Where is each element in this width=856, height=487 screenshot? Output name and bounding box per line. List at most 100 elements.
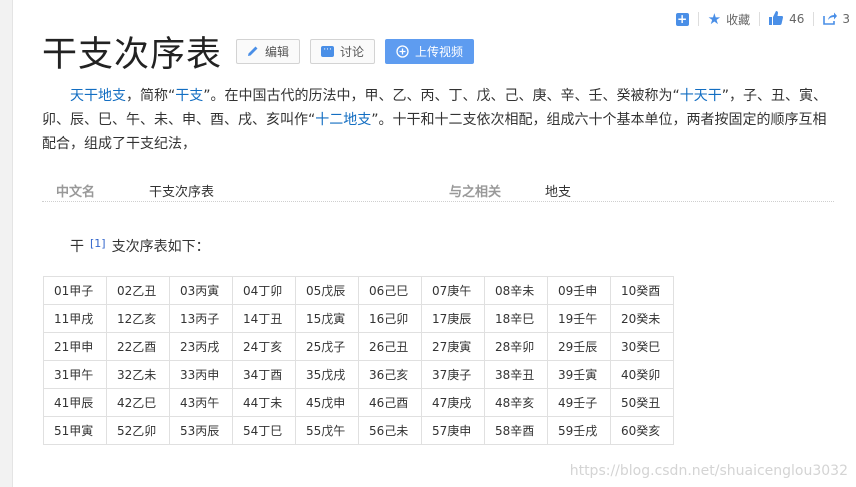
collect-button[interactable]: ★ 收藏 [708,11,750,28]
table-cell: 06己巳 [358,276,422,305]
table-cell: 22乙酉 [106,332,170,361]
thumbs-up-icon [769,10,784,28]
watermark: https://blog.csdn.net/shuaicenglou3032 [569,463,848,479]
table-cell: 15戊寅 [295,304,359,333]
table-cell: 08辛未 [484,276,548,305]
table-cell: 58辛酉 [484,416,548,445]
edit-label: 编辑 [265,44,290,59]
link-tiangan-dizhi[interactable]: 天干地支 [70,88,126,104]
table-cell: 18辛巳 [484,304,548,333]
toolbar-divider [813,12,815,26]
table-cell: 31甲午 [43,360,107,389]
add-button[interactable]: + [675,12,689,26]
share-button[interactable]: 3 [823,11,850,28]
discuss-label: 讨论 [340,44,365,59]
info-name-label: 中文名 [56,185,96,200]
upload-video-button[interactable]: 上传视频 [385,38,475,64]
table-cell: 59壬戌 [547,416,611,445]
share-icon [823,11,838,28]
summary-paragraph: 天干地支，简称“干支”。在中国古代的历法中，甲、乙、丙、丁、戊、己、庚、辛、壬、… [42,84,832,156]
link-shi-tiangan[interactable]: 十天干 [680,88,722,104]
table-cell: 07庚午 [421,276,485,305]
table-cell: 46己酉 [358,388,422,417]
table-cell: 51甲寅 [43,416,107,445]
table-cell: 11甲戌 [43,304,107,333]
table-cell: 42乙巳 [106,388,170,417]
page-title: 干支次序表 [42,34,223,75]
table-cell: 04丁卯 [232,276,296,305]
table-cell: 48辛亥 [484,388,548,417]
table-cell: 20癸未 [610,304,674,333]
table-cell: 05戊辰 [295,276,359,305]
table-cell: 39壬寅 [547,360,611,389]
table-cell: 10癸酉 [610,276,674,305]
table-cell: 49壬子 [547,388,611,417]
star-icon: ★ [707,9,722,28]
table-cell: 55戊午 [295,416,359,445]
table-cell: 02乙丑 [106,276,170,305]
table-cell: 33丙申 [169,360,233,389]
toolbar-divider [759,12,761,26]
table-cell: 47庚戌 [421,388,485,417]
table-cell: 17庚辰 [421,304,485,333]
table-cell: 25戊子 [295,332,359,361]
table-cell: 60癸亥 [610,416,674,445]
table-cell: 01甲子 [43,276,107,305]
table-cell: 37庚子 [421,360,485,389]
table-cell: 38辛丑 [484,360,548,389]
table-cell: 03丙寅 [169,276,233,305]
reference-link[interactable]: [1] [90,237,106,250]
discuss-button[interactable]: ··· 讨论 [310,38,376,64]
toolbar-divider [697,12,699,26]
table-cell: 32乙未 [106,360,170,389]
sentence-post: 支次序表如下： [111,239,210,255]
table-cell: 53丙辰 [169,416,233,445]
table-cell: 30癸巳 [610,332,674,361]
sentence-pre: 干 [70,239,84,255]
like-count: 46 [789,12,805,26]
table-cell: 29壬辰 [547,332,611,361]
table-row: 01甲子 02乙丑 03丙寅 04丁卯 05戊辰 06己巳 07庚午 08辛未 09壬申 10癸酉 [43,276,674,305]
table-cell: 43丙午 [169,388,233,417]
table-cell: 14丁丑 [232,304,296,333]
table-cell: 21甲申 [43,332,107,361]
title-row: 干支次序表 编辑 ··· 讨论 上传视频 [42,28,484,75]
table-cell: 44丁未 [232,388,296,417]
table-cell: 36己亥 [358,360,422,389]
table-cell: 50癸丑 [610,388,674,417]
table-cell: 23丙戌 [169,332,233,361]
table-cell: 19壬午 [547,304,611,333]
share-count: 3 [842,12,850,26]
table-row: 51甲寅 52乙卯 53丙辰 54丁巳 55戊午 56己未 57庚申 58辛酉 59壬戌 60癸亥 [43,416,674,445]
table-cell: 52乙卯 [106,416,170,445]
edit-button[interactable]: 编辑 [236,38,301,64]
collect-label: 收藏 [726,12,751,27]
top-toolbar: + ★ 收藏 46 3 [675,10,850,28]
link-shier-dizhi[interactable]: 十二地支 [315,112,371,128]
table-cell: 24丁亥 [232,332,296,361]
table-cell: 56己未 [358,416,422,445]
table-cell: 57庚申 [421,416,485,445]
table-cell: 16己卯 [358,304,422,333]
summary-text: ”。在中国古代的历法中，甲、乙、丙、丁、戊、己、庚、辛、壬、癸被称为“ [203,88,680,104]
table-row: 41甲辰 42乙巳 43丙午 44丁未 45戊申 46己酉 47庚戌 48辛亥 49壬子 50癸丑 [43,388,674,417]
summary-text: ，简称“ [126,88,176,104]
table-cell: 28辛卯 [484,332,548,361]
upload-video-label: 上传视频 [415,44,464,59]
table-cell: 45戊申 [295,388,359,417]
info-related-label: 与之相关 [449,185,502,200]
like-button[interactable]: 46 [769,10,805,28]
table-cell: 27庚寅 [421,332,485,361]
link-ganzhi[interactable]: 干支 [175,88,203,104]
info-related-value: 地支 [545,185,572,200]
add-circle-icon [396,44,409,58]
table-cell: 13丙子 [169,304,233,333]
table-row: 11甲戌 12乙亥 13丙子 14丁丑 15戊寅 16己卯 17庚辰 18辛巳 19壬午 20癸未 [43,304,674,333]
table-cell: 41甲辰 [43,388,107,417]
table-cell: 09壬申 [547,276,611,305]
intro-sentence: 干 [1] 支次序表如下： [70,236,210,256]
ganzhi-table: 01甲子 02乙丑 03丙寅 04丁卯 05戊辰 06己巳 07庚午 08辛未 09壬申 10癸酉… [43,276,674,445]
table-row: 31甲午 32乙未 33丙申 34丁酉 35戊戌 36己亥 37庚子 38辛丑 39壬寅 40癸卯 [43,360,674,389]
table-cell: 54丁巳 [232,416,296,445]
table-cell: 35戊戌 [295,360,359,389]
